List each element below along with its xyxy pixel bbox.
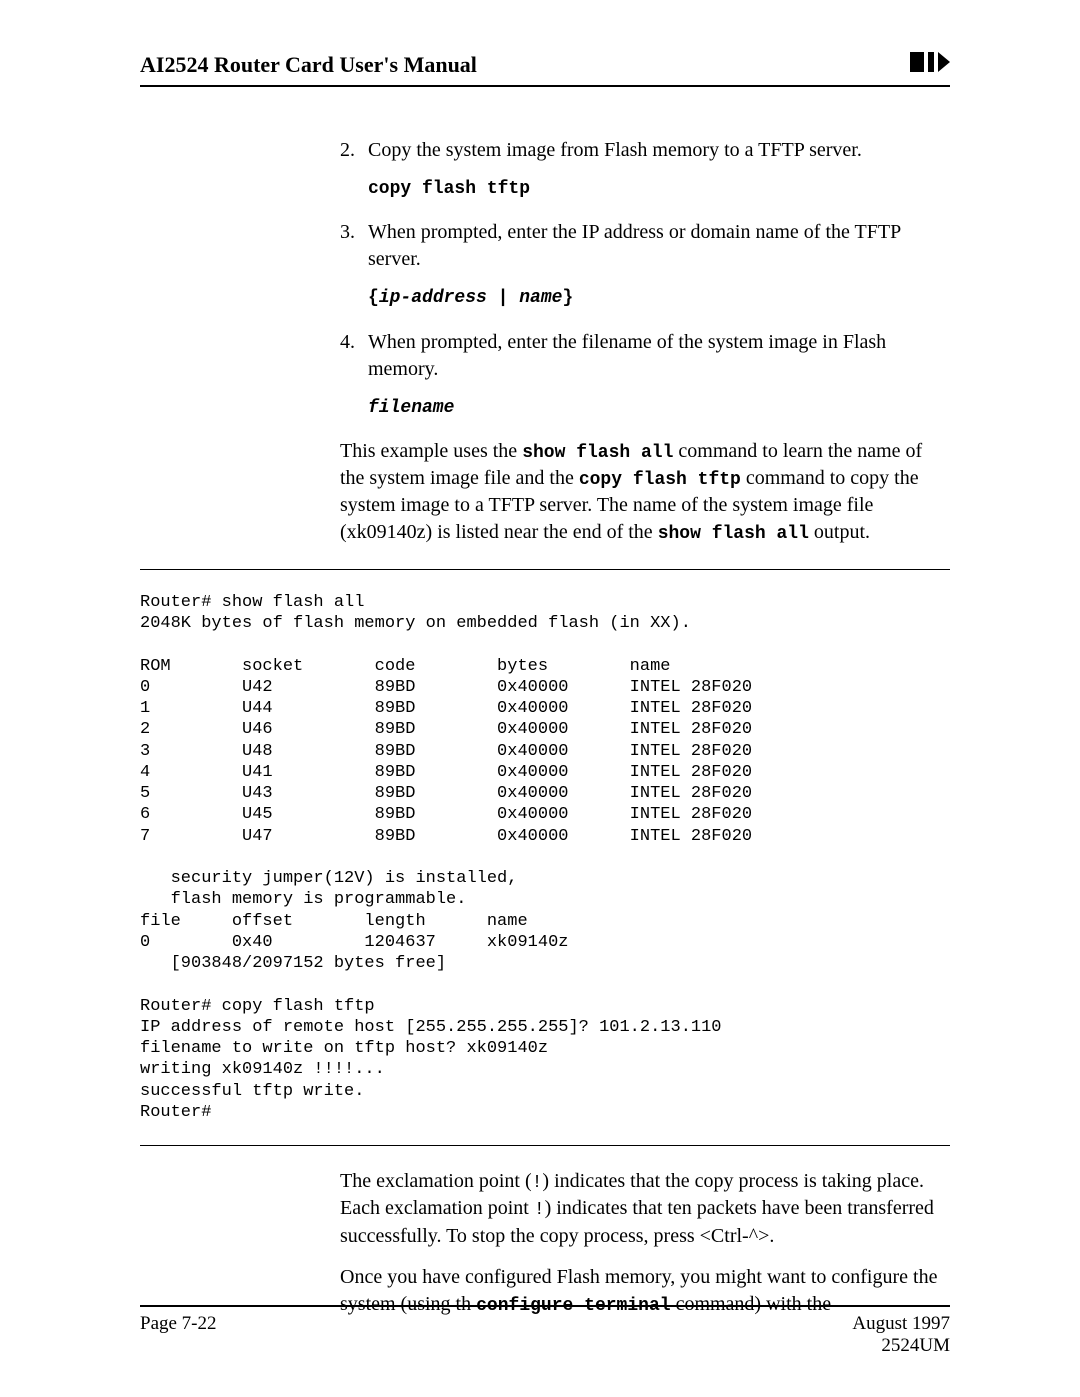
- command-copy-flash-tftp: copy flash tftp: [368, 179, 530, 199]
- footer-divider: [140, 1305, 950, 1307]
- step-text: When prompted, enter the filename of the…: [368, 331, 886, 380]
- section-divider: [140, 1145, 950, 1146]
- text-segment: output.: [809, 521, 870, 543]
- example-paragraph: This example uses the show flash all com…: [340, 438, 950, 547]
- explanation-paragraph-1: The exclamation point (!) indicates that…: [340, 1168, 950, 1250]
- logo-icon: [910, 50, 950, 79]
- step-4: 4. When prompted, enter the filename of …: [340, 329, 950, 420]
- symbol-exclamation: !: [532, 1173, 543, 1193]
- step-text: Copy the system image from Flash memory …: [368, 139, 862, 161]
- footer-doc-id: 2524UM: [881, 1335, 950, 1356]
- command-show-flash-all: show flash all: [522, 443, 673, 463]
- command-show-flash-all: show flash all: [658, 524, 809, 544]
- text-segment: The exclamation point (: [340, 1170, 532, 1192]
- pipe-separator: |: [487, 288, 519, 308]
- step-number: 3.: [340, 219, 355, 246]
- symbol-exclamation: !: [534, 1200, 545, 1220]
- step-2: 2. Copy the system image from Flash memo…: [340, 137, 950, 201]
- page-header-title: AI2524 Router Card User's Manual: [140, 52, 477, 78]
- brace-right: }: [562, 288, 573, 308]
- footer-date: August 1997: [852, 1313, 950, 1334]
- param-ip-address: ip-address: [379, 288, 487, 308]
- step-3: 3. When prompted, enter the IP address o…: [340, 219, 950, 310]
- command-copy-flash-tftp: copy flash tftp: [579, 470, 741, 490]
- brace-left: {: [368, 288, 379, 308]
- section-divider: [140, 569, 950, 570]
- text-segment: This example uses the: [340, 440, 522, 462]
- header-divider: [140, 85, 950, 87]
- step-number: 4.: [340, 329, 355, 356]
- param-filename: filename: [368, 398, 454, 418]
- param-name: name: [519, 288, 562, 308]
- step-text: When prompted, enter the IP address or d…: [368, 221, 900, 270]
- step-number: 2.: [340, 137, 355, 164]
- terminal-output: Router# show flash all 2048K bytes of fl…: [140, 592, 950, 1123]
- page-number: Page 7-22: [140, 1313, 217, 1357]
